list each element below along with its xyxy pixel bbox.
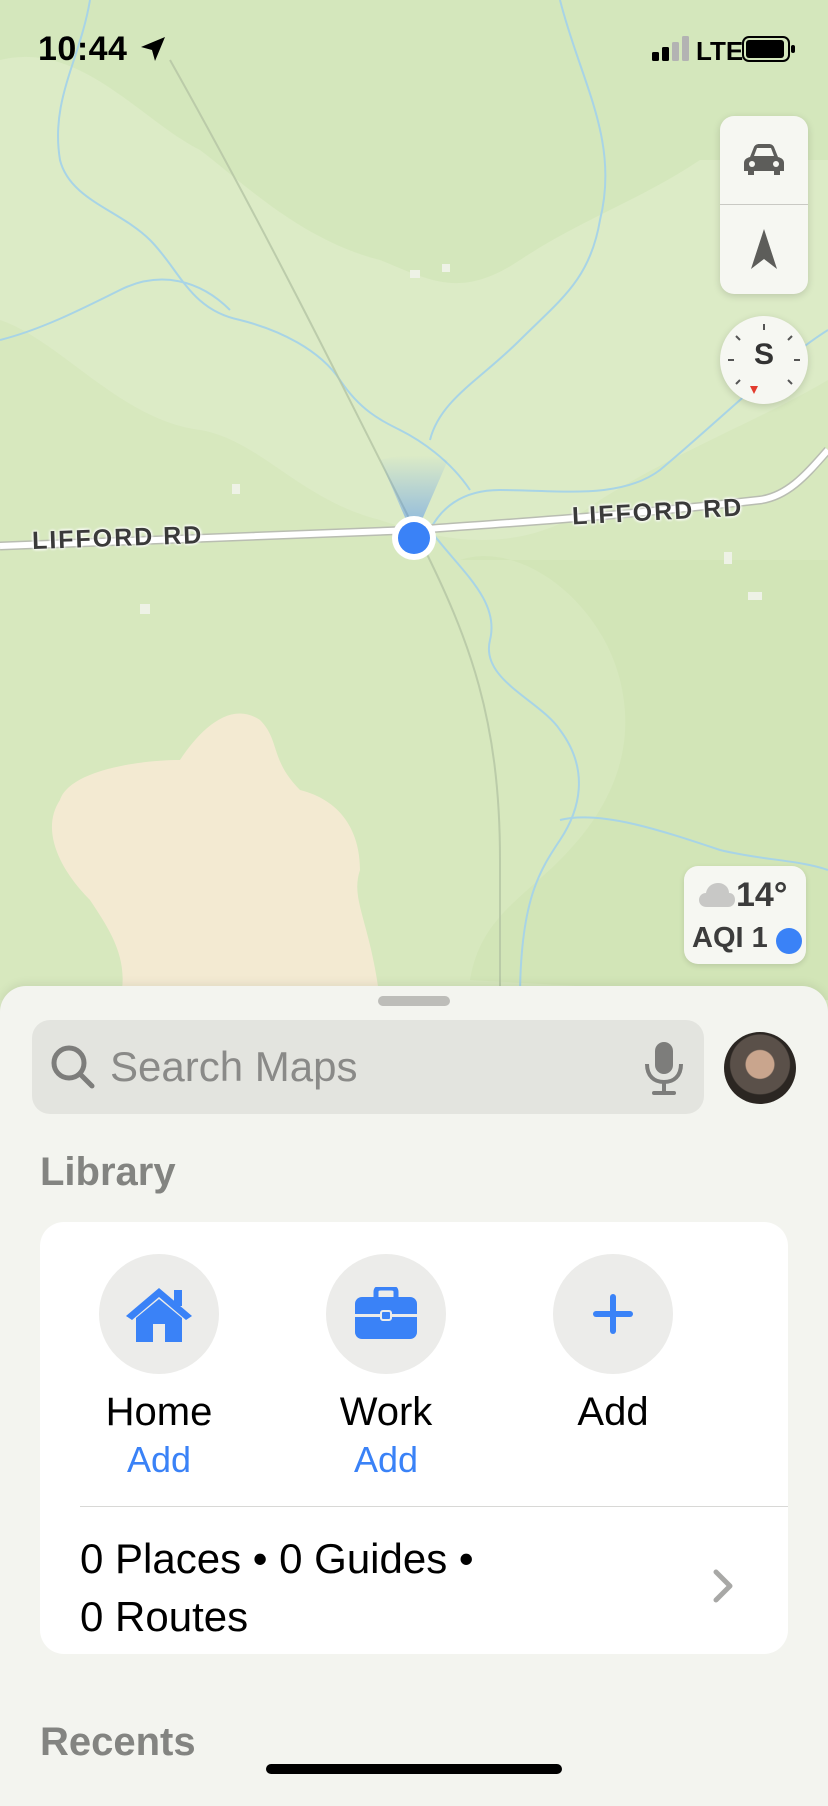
cloud-icon — [699, 883, 735, 907]
aqi-status-dot — [776, 928, 802, 954]
work-label: Work — [339, 1390, 433, 1434]
work-icon-circle — [326, 1254, 446, 1374]
plus-icon — [593, 1294, 633, 1334]
map-view[interactable]: LIFFORD RD LIFFORD RD — [0, 0, 828, 1000]
map-controls — [720, 116, 808, 294]
account-avatar[interactable] — [724, 1032, 796, 1104]
home-label: Home — [105, 1390, 213, 1434]
search-icon — [51, 1045, 95, 1089]
house-icon — [126, 1288, 192, 1342]
briefcase-icon — [355, 1287, 417, 1339]
search-input[interactable] — [108, 1036, 612, 1098]
transport-mode-button[interactable] — [720, 116, 808, 204]
search-bar[interactable] — [32, 1020, 704, 1114]
recents-title: Recents — [40, 1720, 196, 1764]
status-time: 10:44 — [38, 30, 128, 68]
microphone-icon[interactable] — [642, 1040, 686, 1096]
compass-button[interactable]: S — [720, 316, 808, 404]
summary-line-2: 0 Routes — [80, 1593, 249, 1640]
sheet-grabber[interactable] — [378, 996, 450, 1006]
location-services-icon — [141, 37, 165, 61]
status-bar: 10:44 LTE — [0, 0, 828, 100]
library-work-item[interactable]: Work Add — [296, 1254, 476, 1481]
battery-icon — [742, 36, 795, 62]
summary-line-1: 0 Places • 0 Guides • — [80, 1535, 474, 1582]
air-quality-index: AQI 1 — [692, 922, 768, 954]
library-add-item[interactable]: Add — [523, 1254, 703, 1435]
home-add-link[interactable]: Add — [69, 1439, 249, 1481]
work-add-link[interactable]: Add — [296, 1439, 476, 1481]
car-icon — [744, 144, 784, 175]
road-label-left: LIFFORD RD — [31, 521, 204, 555]
network-type-label: LTE — [696, 36, 744, 66]
chevron-right-icon[interactable] — [712, 1568, 734, 1604]
location-arrow-icon — [751, 229, 777, 269]
library-divider — [80, 1506, 788, 1507]
bottom-sheet[interactable]: Library Home Add — [0, 986, 828, 1806]
add-label: Add — [577, 1390, 649, 1434]
library-home-item[interactable]: Home Add — [69, 1254, 249, 1481]
home-indicator[interactable] — [266, 1764, 562, 1774]
weather-widget[interactable]: 14° AQI 1 — [684, 866, 806, 964]
add-icon-circle — [553, 1254, 673, 1374]
weather-temperature: 14° — [736, 876, 788, 914]
library-title: Library — [40, 1150, 176, 1194]
home-icon-circle — [99, 1254, 219, 1374]
tracking-button[interactable] — [720, 205, 808, 293]
compass-heading: S — [753, 338, 774, 371]
library-card: Home Add Work Add Add 0 Places • 0 Guide… — [40, 1222, 788, 1654]
library-summary-row[interactable]: 0 Places • 0 Guides • 0 Routes — [80, 1530, 640, 1646]
cellular-signal-icon — [652, 36, 689, 61]
